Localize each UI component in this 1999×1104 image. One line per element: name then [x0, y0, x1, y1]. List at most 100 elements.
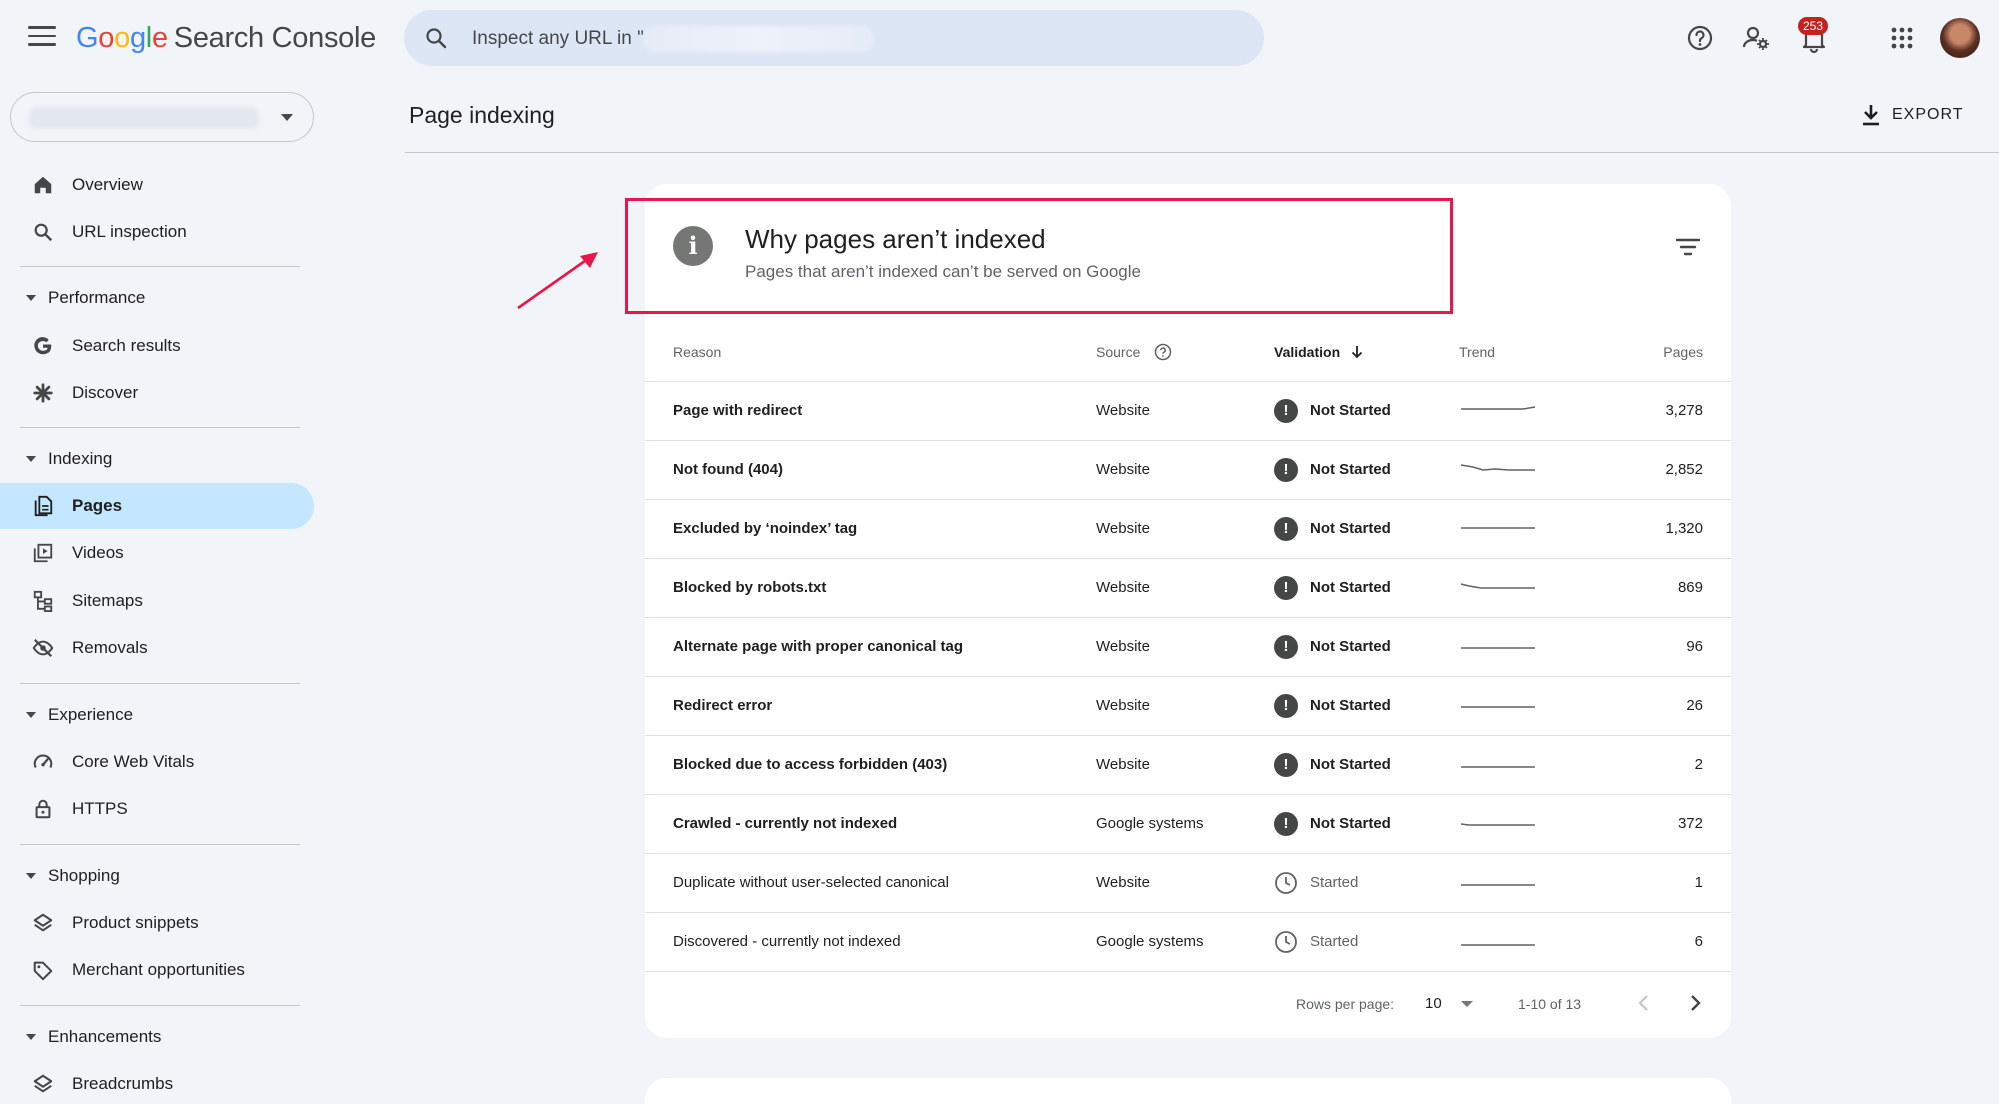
sidebar-item-https[interactable]: HTTPS — [0, 786, 314, 832]
alert-icon: ! — [1274, 634, 1298, 659]
cell-pages: 2,852 — [1569, 440, 1731, 500]
column-header-pages[interactable]: Pages — [1569, 323, 1731, 382]
sidebar-item-removals[interactable]: Removals — [0, 625, 314, 671]
cell-reason[interactable]: Duplicate without user-selected canonica… — [645, 853, 1096, 913]
column-header-source-label: Source — [1096, 343, 1141, 360]
admin-settings-icon[interactable] — [1740, 22, 1772, 54]
export-button[interactable]: EXPORT — [1860, 100, 1964, 130]
cell-reason[interactable]: Excluded by ‘noindex’ tag — [645, 499, 1096, 559]
sidebar-section-experience[interactable]: Experience — [0, 695, 314, 735]
sidebar-item-label: Breadcrumbs — [72, 1074, 174, 1093]
table-header-row: Reason Source Validation Trend Pages — [645, 323, 1731, 382]
avatar[interactable] — [1940, 18, 1980, 58]
table-row[interactable]: Blocked due to access forbidden (403) Web… — [645, 735, 1731, 795]
sidebar-item-discover[interactable]: Discover — [0, 370, 314, 416]
sidebar-item-overview[interactable]: Overview — [0, 162, 314, 208]
sidebar-item-label: Search results — [72, 336, 181, 355]
rows-per-page-label: Rows per page: — [1296, 996, 1395, 1012]
cell-source: Website — [1096, 381, 1274, 441]
cell-trend — [1459, 558, 1569, 618]
table-row[interactable]: Redirect error Website! Not Started 26 — [645, 676, 1731, 736]
sidebar-item-pages[interactable]: Pages — [0, 483, 314, 529]
menu-icon[interactable] — [28, 26, 56, 50]
logo-letter: o — [98, 22, 115, 54]
sidebar-item-core-web-vitals[interactable]: Core Web Vitals — [0, 739, 314, 785]
search-icon — [426, 28, 447, 49]
help-icon[interactable] — [1684, 22, 1716, 54]
sidebar-item-search-results[interactable]: Search results — [0, 323, 314, 369]
cell-source: Google systems — [1096, 912, 1274, 972]
property-selector[interactable] — [10, 92, 314, 142]
table-row[interactable]: Discovered - currently not indexed Google… — [645, 912, 1731, 972]
cell-source: Website — [1096, 676, 1274, 736]
cell-reason[interactable]: Blocked by robots.txt — [645, 558, 1096, 618]
sidebar-item-label: HTTPS — [72, 799, 128, 818]
sidebar-item-label: Sitemaps — [72, 591, 143, 610]
sidebar-section-enhancements[interactable]: Enhancements — [0, 1017, 314, 1057]
sidebar-item-label: Merchant opportunities — [72, 960, 245, 979]
logo-letter: g — [129, 22, 146, 54]
cell-reason[interactable]: Blocked due to access forbidden (403) — [645, 735, 1096, 795]
cell-reason[interactable]: Alternate page with proper canonical tag — [645, 617, 1096, 677]
sidebar-item-videos[interactable]: Videos — [0, 530, 314, 576]
top-app-bar: Google Search Console Inspect any URL in … — [0, 0, 1999, 80]
cell-validation: ! Not Started — [1274, 735, 1459, 795]
sidebar-section-shopping[interactable]: Shopping — [0, 856, 314, 896]
sidebar-item-label: Overview — [72, 175, 143, 194]
sidebar-divider — [20, 427, 300, 428]
sidebar-item-product-snippets[interactable]: Product snippets — [0, 900, 314, 946]
clock-icon — [1275, 930, 1297, 953]
url-inspect-search-bar[interactable]: Inspect any URL in " — [404, 10, 1264, 66]
sidebar-divider — [20, 683, 300, 684]
cell-reason[interactable]: Discovered - currently not indexed — [645, 912, 1096, 972]
validation-status: Not Started — [1310, 461, 1391, 478]
logo-letter: e — [151, 22, 168, 54]
table-row[interactable]: Crawled - currently not indexed Google sy… — [645, 794, 1731, 854]
sidebar-item-merchant-opportunities[interactable]: Merchant opportunities — [0, 947, 314, 993]
cell-validation: ! Not Started — [1274, 499, 1459, 559]
cell-reason[interactable]: Redirect error — [645, 676, 1096, 736]
table-row[interactable]: Not found (404) Website! Not Started 2,852 — [645, 440, 1731, 500]
cell-validation: Started — [1274, 853, 1459, 913]
sidebar-item-url-inspection[interactable]: URL inspection — [0, 209, 314, 255]
chevron-right-icon[interactable] — [1683, 991, 1707, 1015]
rows-per-page-select[interactable]: 10 — [1425, 995, 1442, 1012]
cell-reason[interactable]: Not found (404) — [645, 440, 1096, 500]
search-placeholder[interactable]: Inspect any URL in " — [472, 28, 644, 50]
sidebar-item-sitemaps[interactable]: Sitemaps — [0, 578, 314, 624]
sidebar-item-breadcrumbs[interactable]: Breadcrumbs — [0, 1061, 314, 1104]
table-row[interactable]: Alternate page with proper canonical tag… — [645, 617, 1731, 677]
cell-reason[interactable]: Crawled - currently not indexed — [645, 794, 1096, 854]
sidebar-section-indexing[interactable]: Indexing — [0, 439, 314, 479]
caret-down-icon[interactable] — [1461, 1001, 1473, 1007]
cell-source: Website — [1096, 440, 1274, 500]
validation-status: Not Started — [1310, 402, 1391, 419]
help-icon[interactable] — [1154, 343, 1172, 361]
column-header-reason[interactable]: Reason — [645, 323, 1096, 382]
cell-reason[interactable]: Page with redirect — [645, 381, 1096, 441]
column-header-validation-label: Validation — [1274, 343, 1341, 360]
column-header-validation[interactable]: Validation — [1274, 323, 1459, 382]
cell-source: Website — [1096, 735, 1274, 795]
sidebar-section-performance[interactable]: Performance — [0, 278, 314, 318]
search-console-logo[interactable]: Google Search Console — [76, 22, 376, 55]
asterisk-icon — [30, 380, 56, 406]
download-icon — [1863, 105, 1879, 126]
highlight-annotation-box — [625, 198, 1453, 314]
column-header-source[interactable]: Source — [1096, 323, 1274, 382]
annotation-arrow-icon — [517, 252, 598, 310]
cell-source: Website — [1096, 499, 1274, 559]
speed-icon — [30, 749, 56, 775]
filter-icon[interactable] — [1675, 236, 1701, 258]
table-row[interactable]: Blocked by robots.txt Website! Not Started… — [645, 558, 1731, 618]
apps-icon[interactable] — [1886, 22, 1918, 54]
table-row[interactable]: Excluded by ‘noindex’ tag Website! Not Sta… — [645, 499, 1731, 559]
caret-down-icon — [26, 1034, 36, 1040]
sidebar-item-label: Discover — [72, 383, 139, 402]
chevron-left-icon[interactable] — [1632, 991, 1656, 1015]
cell-trend — [1459, 794, 1569, 854]
trend-sparkline — [1461, 943, 1535, 946]
cell-trend — [1459, 440, 1569, 500]
table-row[interactable]: Duplicate without user-selected canonica… — [645, 853, 1731, 913]
table-row[interactable]: Page with redirect Website! Not Started 3,2… — [645, 381, 1731, 441]
